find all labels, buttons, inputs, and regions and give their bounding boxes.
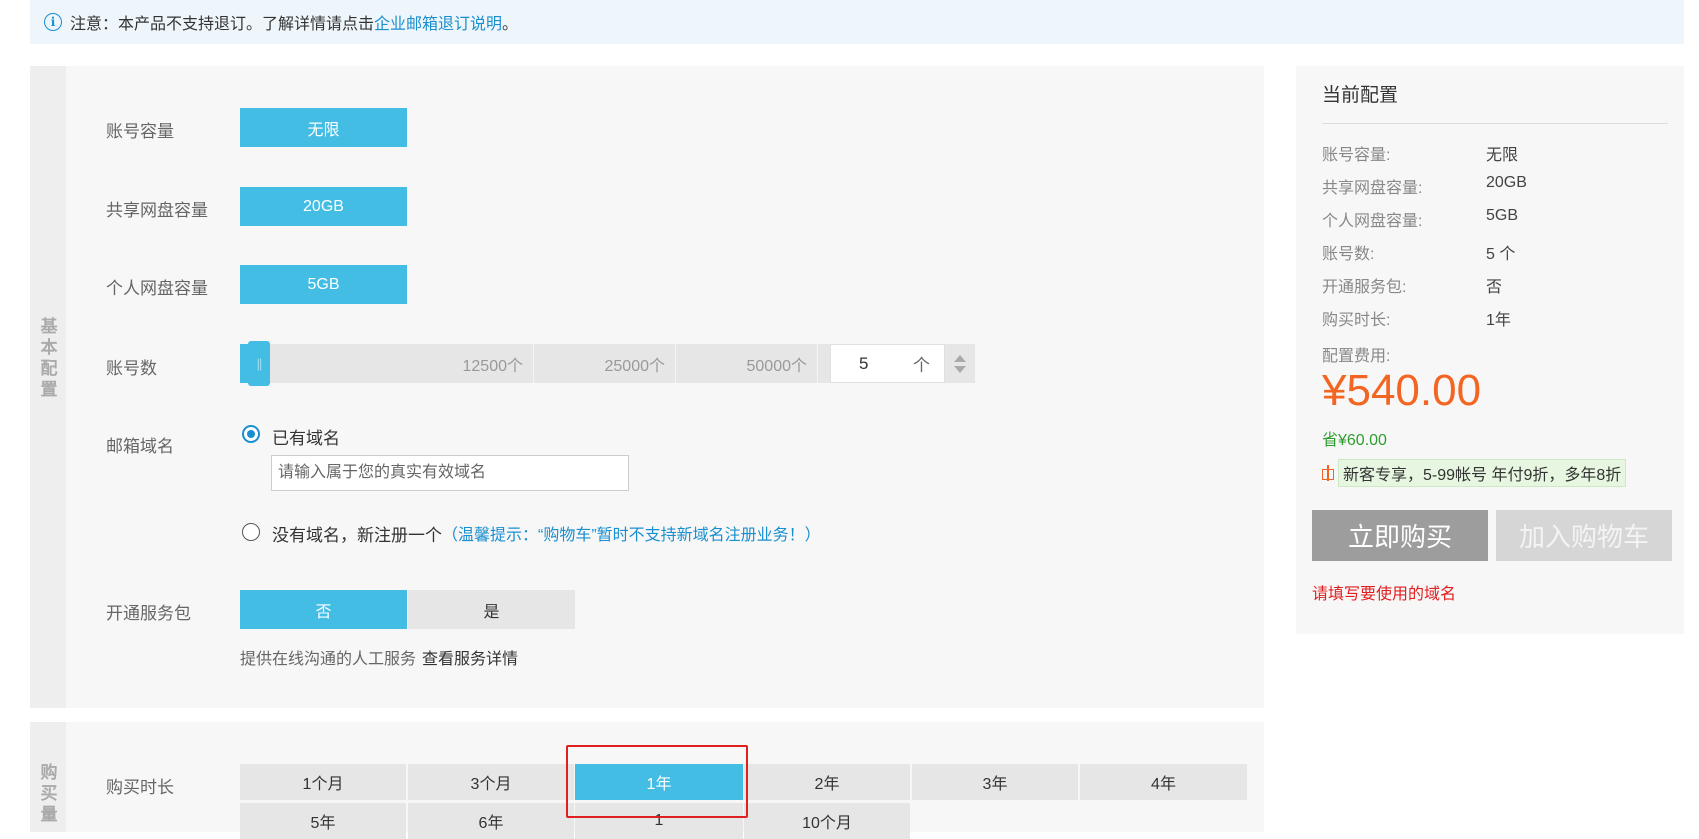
notice-text: 注意：本产品不支持退订。了解详情请点击 (70, 16, 375, 33)
purchase-section-title: 购 买 量 (30, 722, 66, 832)
summary-key: 购买时长: (1322, 312, 1391, 329)
personal-disk-label: 个人网盘容量 (106, 279, 208, 298)
section-title-char: 基 (40, 317, 58, 336)
accounts-count-input[interactable]: 5 个 (830, 344, 945, 383)
slider-tick-label[interactable]: 50000个 (676, 344, 818, 383)
section-title-char: 购 (40, 763, 58, 782)
accounts-label: 账号数 (106, 359, 157, 378)
summary-key: 个人网盘容量: (1322, 213, 1423, 230)
accounts-slider-handle[interactable]: || (248, 341, 270, 386)
accounts-stepper[interactable] (945, 344, 975, 383)
duration-option[interactable]: 6年 (408, 803, 574, 839)
current-config-panel: 当前配置 账号容量: 无限 共享网盘容量: 20GB 个人网盘容量: 5GB 账… (1296, 66, 1684, 634)
slider-tick-label[interactable]: 12500个 (240, 344, 534, 383)
summary-value: 无限 (1486, 147, 1519, 164)
savings: 省¥60.00 (1322, 432, 1387, 449)
summary-value: 否 (1486, 279, 1503, 296)
shared-disk-option[interactable]: 20GB (240, 187, 407, 226)
basic-config-section-title: 基 本 配 置 (30, 66, 66, 708)
domain-input[interactable] (271, 455, 629, 491)
info-icon: i (44, 13, 62, 31)
have-domain-radio[interactable] (242, 425, 260, 443)
stepper-up-icon[interactable] (954, 354, 966, 362)
account-capacity-option[interactable]: 无限 (240, 108, 407, 147)
have-domain-label[interactable]: 已有域名 (272, 424, 340, 449)
service-pack-option-no[interactable]: 否 (240, 590, 407, 629)
basic-config-panel: 基 本 配 置 (30, 66, 1264, 708)
personal-disk-option[interactable]: 5GB (240, 265, 407, 304)
duration-label: 购买时长 (106, 778, 174, 797)
duration-option[interactable]: 5年 (240, 803, 406, 839)
notice-bar: i 注意：本产品不支持退订。了解详情请点击 企业邮箱退订说明 。 (30, 0, 1684, 44)
summary-value: 1年 (1486, 312, 1511, 329)
notice-suffix: 。 (502, 16, 519, 33)
stepper-down-icon[interactable] (954, 365, 966, 373)
summary-key: 共享网盘容量: (1322, 180, 1423, 197)
promo-text: 新客专享，5-99帐号 年付9折，多年8折 (1338, 459, 1627, 487)
slider-tick-label[interactable]: 25000个 (534, 344, 676, 383)
summary-value: 5GB (1486, 207, 1519, 224)
service-pack-option-yes[interactable]: 是 (408, 590, 575, 629)
fee-label: 配置费用: (1322, 348, 1391, 365)
current-config-title: 当前配置 (1322, 85, 1399, 106)
summary-value: 20GB (1486, 174, 1527, 191)
section-title-char: 配 (40, 359, 58, 378)
new-domain-label[interactable]: 没有域名，新注册一个 (272, 521, 442, 546)
summary-key: 开通服务包: (1322, 279, 1407, 296)
service-pack-label: 开通服务包 (106, 604, 191, 623)
price: ¥540.00 (1322, 366, 1482, 415)
gift-icon (1322, 465, 1336, 481)
section-title-char: 量 (40, 805, 58, 824)
summary-key: 账号容量: (1322, 147, 1391, 164)
duration-option[interactable]: 10个月 (744, 803, 910, 839)
summary-value: 5 个 (1486, 246, 1516, 263)
duration-option[interactable]: 3个月 (408, 764, 574, 800)
service-details-link[interactable]: 查看服务详情 (422, 645, 518, 669)
promo-banner: 新客专享，5-99帐号 年付9折，多年8折 (1322, 459, 1627, 487)
add-to-cart-button[interactable]: 加入购物车 (1496, 510, 1672, 561)
domain-label: 邮箱域名 (106, 437, 174, 456)
section-title-char: 置 (40, 380, 58, 399)
new-domain-hint: （温馨提示：“购物车”暂时不支持新域名注册业务！） (442, 527, 821, 544)
duration-option[interactable]: 4年 (1080, 764, 1247, 800)
domain-warning: 请填写要使用的域名 (1312, 586, 1457, 603)
service-pack-desc: 提供在线沟通的人工服务 (240, 651, 417, 668)
duration-option[interactable]: 2年 (744, 764, 910, 800)
divider (1322, 123, 1668, 124)
shared-disk-label: 共享网盘容量 (106, 201, 208, 220)
new-domain-radio[interactable] (242, 523, 260, 541)
section-title-char: 买 (40, 784, 58, 803)
summary-key: 账号数: (1322, 246, 1375, 263)
unsubscribe-info-link[interactable]: 企业邮箱退订说明 (374, 10, 502, 34)
duration-option[interactable]: 1个月 (240, 764, 406, 800)
accounts-count-value[interactable]: 5 (859, 354, 868, 374)
section-title-char: 本 (40, 338, 58, 357)
duration-option[interactable]: 3年 (912, 764, 1078, 800)
accounts-count-unit: 个 (913, 356, 930, 375)
buy-now-button[interactable]: 立即购买 (1312, 510, 1488, 561)
selection-highlight-box (566, 745, 748, 818)
account-capacity-label: 账号容量 (106, 122, 174, 141)
